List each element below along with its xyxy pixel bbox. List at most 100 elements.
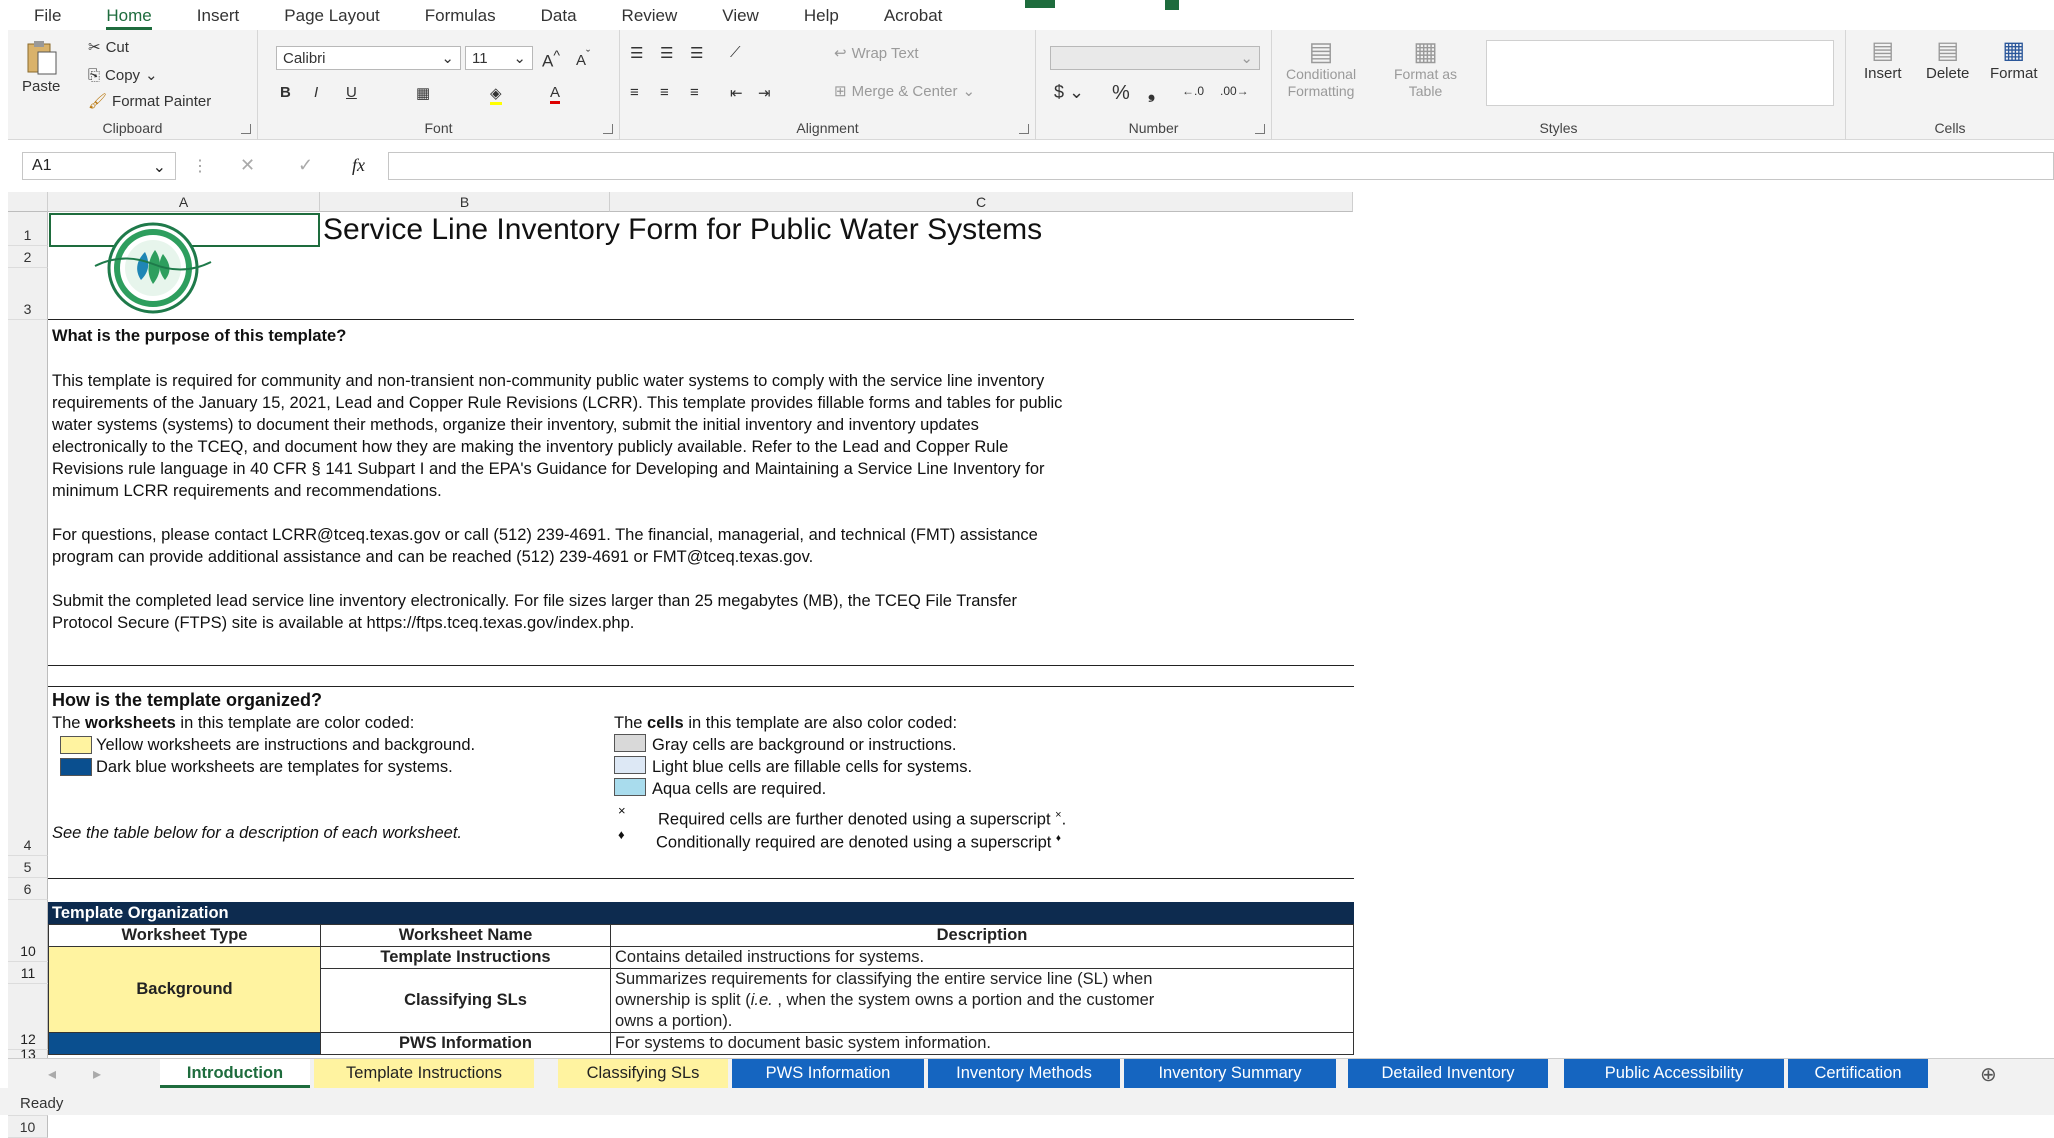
underline-button[interactable]: U	[346, 84, 357, 101]
number-launcher-icon[interactable]	[1255, 124, 1265, 134]
name-box[interactable]: A1 ⌄	[22, 152, 176, 180]
font-name-select[interactable]: Calibri ⌄	[276, 46, 461, 70]
row-header-10[interactable]: 10	[8, 1116, 48, 1138]
cancel-icon[interactable]: ✕	[240, 155, 255, 176]
tab-file[interactable]: File	[34, 6, 61, 30]
sheet-tab-public-accessibility[interactable]: Public Accessibility	[1564, 1059, 1784, 1088]
sheet-tab-classifying-sls[interactable]: Classifying SLs	[558, 1059, 728, 1088]
merge-center-button[interactable]: ⊞ Merge & Center ⌄	[834, 82, 975, 101]
align-right-button[interactable]: ≡	[690, 84, 699, 101]
bold-button[interactable]: B	[280, 84, 291, 101]
enter-check-icon[interactable]: ✓	[298, 155, 313, 176]
tab-home[interactable]: Home	[106, 6, 152, 30]
row-header-11[interactable]: 11	[8, 962, 48, 984]
row-header-1[interactable]: 1	[8, 212, 48, 246]
pws-information-desc[interactable]: For systems to document basic system inf…	[610, 1032, 1354, 1055]
row-header-3[interactable]: 3	[8, 268, 48, 320]
sheet-tab-introduction[interactable]: Introduction	[160, 1059, 310, 1088]
cut-button[interactable]: ✂ Cut	[88, 38, 129, 57]
row-header-12[interactable]: 12	[8, 984, 48, 1050]
blue-worksheets-text: Dark blue worksheets are templates for s…	[96, 758, 453, 776]
tab-page-layout[interactable]: Page Layout	[284, 6, 379, 30]
orientation-button[interactable]: ⟋	[730, 44, 741, 61]
increase-indent-button[interactable]: ⇥	[758, 84, 771, 102]
align-left-button[interactable]: ≡	[630, 84, 639, 101]
sheet-tab-pws-information[interactable]: PWS Information	[732, 1059, 924, 1088]
background-type-cell[interactable]: Background	[48, 946, 321, 1033]
cells-group: ▤ Insert ▤ Delete ▦ Format Cells	[1846, 30, 2054, 140]
decrease-decimal-button[interactable]: .00→	[1220, 84, 1249, 98]
classifying-sls-desc[interactable]: Summarizes requirements for classifying …	[610, 968, 1354, 1033]
contact-line-1: For questions, please contact LCRR@tceq.…	[52, 526, 1038, 544]
clipboard-launcher-icon[interactable]	[241, 124, 251, 134]
tab-help[interactable]: Help	[804, 6, 839, 30]
row-header-5[interactable]: 5	[8, 856, 48, 878]
cell-styles-gallery[interactable]	[1486, 40, 1834, 106]
row-header-10b[interactable]: 10	[8, 940, 48, 962]
grow-font-button[interactable]: A^	[542, 48, 560, 72]
row-header-4[interactable]: 4	[8, 320, 48, 856]
pws-information-name[interactable]: PWS Information	[320, 1032, 611, 1055]
top-align-button[interactable]: ☰	[630, 44, 643, 62]
font-color-button[interactable]: A	[550, 84, 561, 104]
sheet-tab-inventory-summary[interactable]: Inventory Summary	[1124, 1059, 1336, 1088]
formula-bar: A1 ⌄ ⋮ ✕ ✓ fx	[8, 150, 2054, 182]
paste-button[interactable]: Paste	[22, 40, 60, 95]
scroll-left-icon[interactable]: ◂	[48, 1064, 56, 1084]
row-header-2[interactable]: 2	[8, 246, 48, 268]
wrap-text-button[interactable]: ↩ Wrap Text	[834, 44, 919, 63]
format-painter-button[interactable]: 🖌 Format Painter	[88, 92, 211, 111]
classifying-sls-name[interactable]: Classifying SLs	[320, 968, 611, 1033]
copy-button[interactable]: ⎘ Copy ⌄	[88, 66, 158, 85]
currency-button[interactable]: $ ⌄	[1054, 82, 1084, 103]
delete-cells-button[interactable]: ▤ Delete	[1926, 36, 1969, 82]
comma-button[interactable]: ❟	[1148, 82, 1155, 103]
column-header-b[interactable]: B	[320, 192, 610, 212]
scroll-right-icon[interactable]: ▸	[93, 1064, 101, 1084]
styles-group: ▤ Conditional Formatting ▦ Format as Tab…	[1272, 30, 1846, 140]
formula-input[interactable]	[388, 152, 2054, 180]
borders-button[interactable]: ▦	[416, 84, 430, 102]
name-box-value: A1	[32, 157, 52, 174]
tab-data[interactable]: Data	[541, 6, 577, 30]
sheet-tab-template-instructions[interactable]: Template Instructions	[314, 1059, 534, 1088]
template-instructions-desc[interactable]: Contains detailed instructions for syste…	[610, 946, 1354, 969]
tab-insert[interactable]: Insert	[197, 6, 240, 30]
align-center-button[interactable]: ≡	[660, 84, 669, 101]
shrink-font-button[interactable]: Aˇ	[576, 48, 590, 69]
format-as-table-button[interactable]: ▦ Format as Table	[1394, 36, 1457, 100]
decrease-indent-button[interactable]: ⇤	[730, 84, 743, 102]
bottom-align-button[interactable]: ☰	[690, 44, 703, 62]
column-header-c[interactable]: C	[610, 192, 1353, 212]
fill-color-button[interactable]: ◈	[490, 84, 502, 105]
row-header-13[interactable]: 13	[8, 1047, 48, 1061]
tab-view[interactable]: View	[722, 6, 759, 30]
sheet-tab-inventory-methods[interactable]: Inventory Methods	[928, 1059, 1120, 1088]
font-launcher-icon[interactable]	[603, 124, 613, 134]
sheet-tab-detailed-inventory[interactable]: Detailed Inventory	[1348, 1059, 1548, 1088]
format-cells-icon: ▦	[2002, 37, 2026, 64]
select-all-corner[interactable]	[8, 192, 48, 212]
sheet-tab-certification[interactable]: Certification	[1788, 1059, 1928, 1088]
alignment-launcher-icon[interactable]	[1019, 124, 1029, 134]
add-sheet-icon[interactable]: ⊕	[1980, 1062, 1997, 1087]
number-format-select[interactable]: ⌄	[1050, 46, 1260, 70]
worksheet-grid[interactable]: A B C 1 2 3 4 5 6 7 8 9 Service Line Inv…	[8, 192, 2054, 1138]
conditional-formatting-button[interactable]: ▤ Conditional Formatting	[1286, 36, 1356, 100]
tab-review[interactable]: Review	[622, 6, 678, 30]
tab-formulas[interactable]: Formulas	[425, 6, 496, 30]
copy-icon: ⎘	[88, 66, 101, 84]
row-header-6[interactable]: 6	[8, 878, 48, 900]
font-size-select[interactable]: 11 ⌄	[465, 46, 533, 70]
increase-decimal-button[interactable]: ←.0	[1182, 84, 1204, 98]
column-header-a[interactable]: A	[48, 192, 320, 212]
insert-function-icon[interactable]: fx	[352, 155, 365, 176]
format-cells-button[interactable]: ▦ Format	[1990, 36, 2038, 82]
template-instructions-name[interactable]: Template Instructions	[320, 946, 611, 969]
insert-cells-button[interactable]: ▤ Insert	[1864, 36, 1902, 82]
percent-button[interactable]: %	[1112, 82, 1130, 105]
italic-button[interactable]: I	[314, 84, 318, 101]
template-type-cell[interactable]	[48, 1032, 321, 1055]
tab-acrobat[interactable]: Acrobat	[884, 6, 943, 30]
middle-align-button[interactable]: ☰	[660, 44, 673, 62]
